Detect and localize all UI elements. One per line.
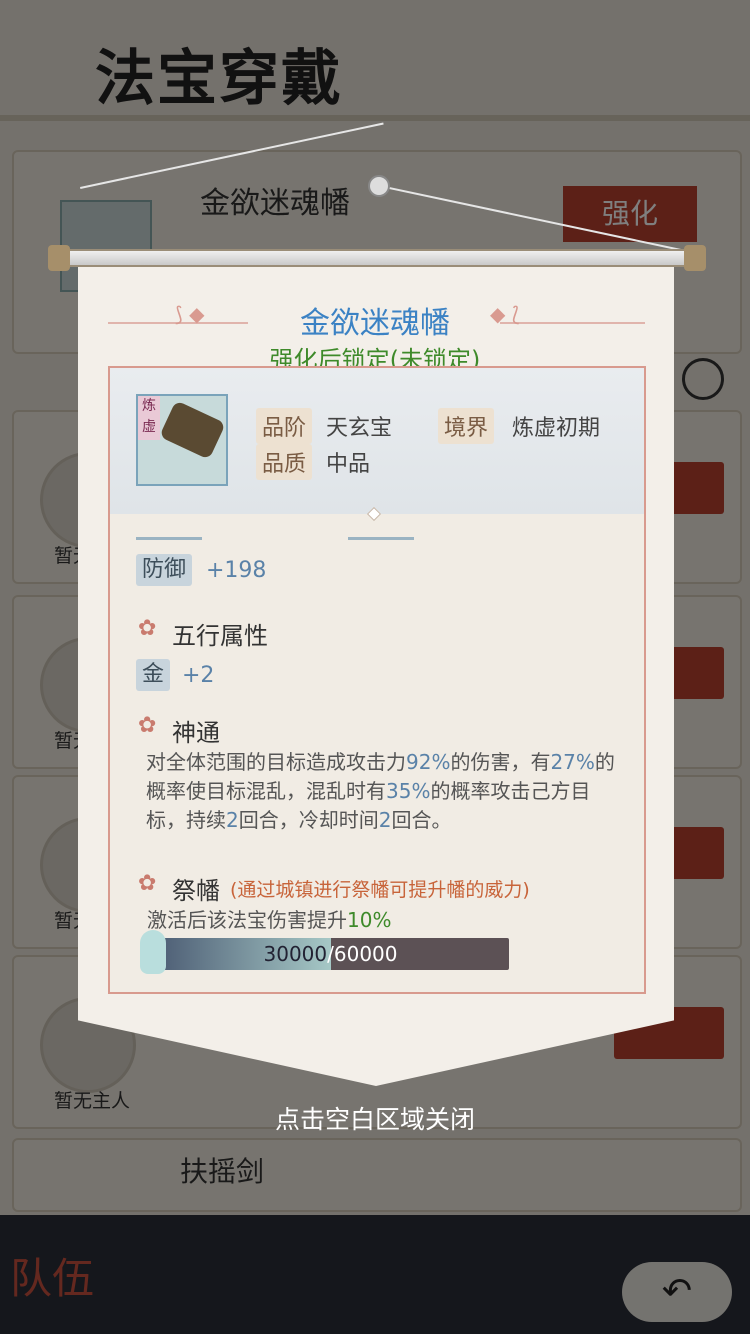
element-label: 金 bbox=[136, 659, 171, 691]
element-value: +2 bbox=[182, 663, 215, 688]
jifan-description: 激活后该法宝伤害提升10% bbox=[147, 908, 392, 932]
scroll-rod bbox=[52, 249, 704, 267]
flower-icon: ✿ bbox=[138, 713, 157, 738]
defense-label: 防御 bbox=[136, 554, 193, 586]
quality-value: 中品 bbox=[326, 452, 371, 477]
progress-text: 30000/60000 bbox=[263, 942, 398, 966]
jifan-title: 祭幡 bbox=[172, 877, 220, 905]
quality-label: 品质 bbox=[256, 444, 313, 480]
realm-value: 炼虚初期 bbox=[512, 416, 601, 441]
grade-label: 品阶 bbox=[256, 408, 313, 444]
popup-title: 金欲迷魂幡 bbox=[300, 306, 450, 341]
five-elements-title: 五行属性 bbox=[172, 622, 268, 650]
spirit-icon bbox=[140, 930, 166, 974]
rod-cap bbox=[684, 245, 706, 271]
jifan-progress-bar: 30000/60000 bbox=[152, 938, 509, 970]
defense-value: +198 bbox=[206, 558, 267, 583]
skill-description: 对全体范围的目标造成攻击力92%的伤害，有27%的概率使目标混乱，混乱时有35%… bbox=[146, 750, 615, 832]
divider bbox=[348, 537, 414, 540]
flower-icon: ✿ bbox=[138, 871, 157, 896]
divider bbox=[136, 537, 202, 540]
jifan-note: (通过城镇进行祭幡可提升幡的威力) bbox=[230, 879, 530, 901]
skill-title: 神通 bbox=[172, 719, 220, 747]
grade-value: 天玄宝 bbox=[326, 416, 393, 441]
flower-icon: ✿ bbox=[138, 616, 157, 641]
item-tag: 炼虚 bbox=[138, 396, 160, 440]
realm-label: 境界 bbox=[438, 408, 495, 444]
close-hint[interactable]: 点击空白区域关闭 bbox=[0, 1100, 750, 1136]
hook-icon bbox=[368, 175, 390, 197]
rod-cap bbox=[48, 245, 70, 271]
